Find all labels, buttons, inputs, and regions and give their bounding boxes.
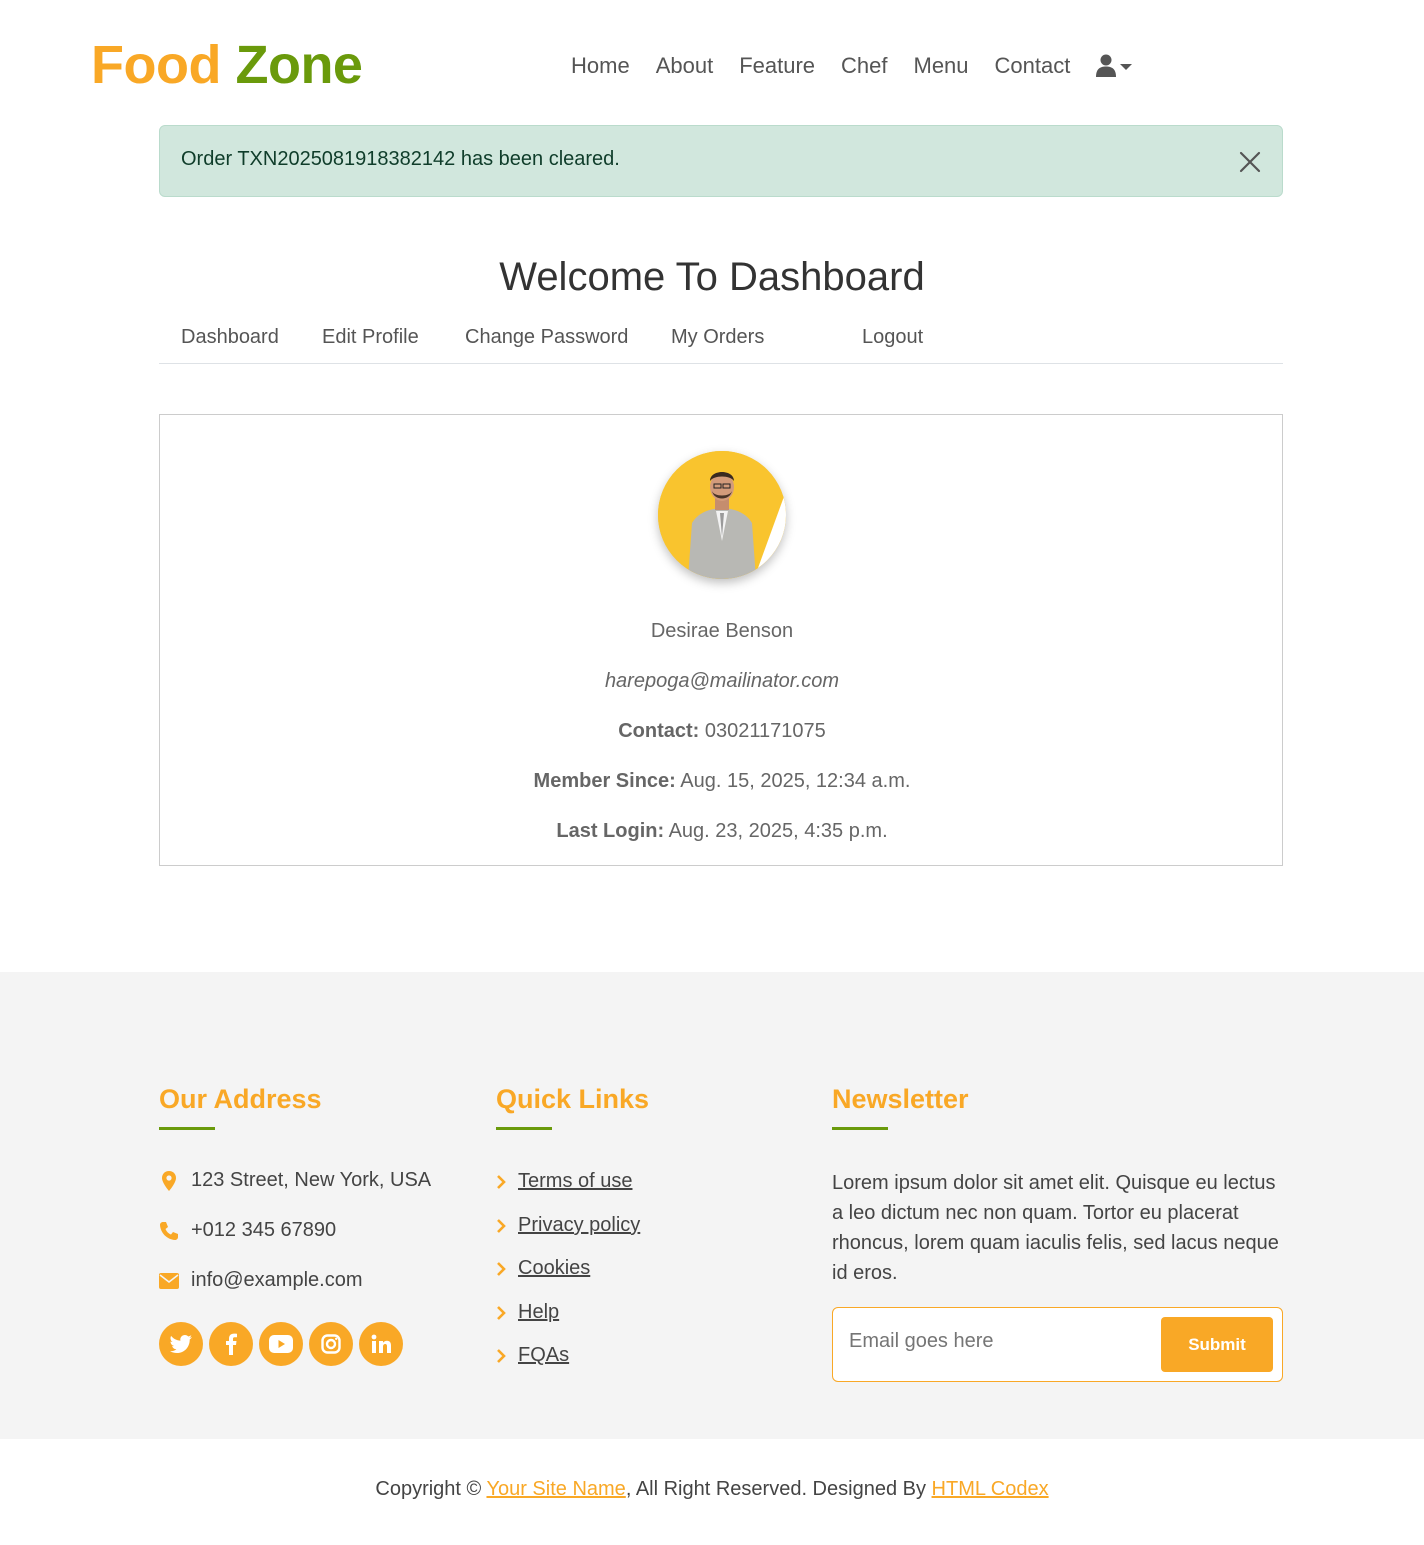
user-menu-toggle[interactable]: [1096, 54, 1133, 78]
chevron-right-icon: [497, 1218, 506, 1233]
nav-chef[interactable]: Chef: [841, 50, 887, 82]
newsletter-title-underline: [832, 1127, 888, 1130]
copyright: Copyright © Your Site Name, All Right Re…: [0, 1478, 1424, 1501]
copyright-prefix: Copyright ©: [375, 1478, 482, 1500]
social-links: [159, 1322, 409, 1366]
nav-feature[interactable]: Feature: [739, 50, 815, 82]
email-text: info@example.com: [191, 1269, 363, 1291]
address-title: Our Address: [159, 1084, 322, 1114]
chevron-right-icon: [497, 1261, 506, 1276]
profile-email: harepoga@mailinator.com: [604, 670, 840, 692]
member-since-value: Aug. 15, 2025, 12:34 a.m.: [680, 770, 911, 792]
newsletter-form: Submit: [832, 1307, 1283, 1382]
profile-member-since: Member Since: Aug. 15, 2025, 12:34 a.m.: [160, 770, 1284, 793]
alert-message: Order TXN2025081918382142 has been clear…: [181, 148, 620, 170]
nav-menu[interactable]: Menu: [914, 50, 969, 82]
footer: Our Address 123 Street, New York, USA +0…: [0, 972, 1424, 1439]
link-help[interactable]: Help: [496, 1301, 559, 1324]
chevron-right-icon: [497, 1348, 506, 1363]
profile-card: Desirae Benson harepoga@mailinator.com C…: [159, 414, 1283, 866]
phone-item: +012 345 67890: [159, 1219, 336, 1242]
dashboard-tabs: Dashboard Edit Profile Change Password M…: [159, 320, 1283, 364]
copyright-middle: , All Right Reserved. Designed By: [625, 1478, 926, 1500]
instagram-icon[interactable]: [309, 1322, 353, 1366]
link-label: Help: [518, 1301, 560, 1323]
brand-logo[interactable]: Food Zone: [91, 32, 363, 98]
page-title: Welcome To Dashboard: [499, 255, 925, 299]
link-label: Terms of use: [518, 1170, 633, 1192]
brand-word-2: Zone: [235, 35, 363, 95]
link-faqs[interactable]: FQAs: [496, 1344, 569, 1367]
envelope-icon: [159, 1271, 179, 1291]
last-login-value: Aug. 23, 2025, 4:35 p.m.: [668, 820, 888, 842]
link-privacy[interactable]: Privacy policy: [496, 1214, 640, 1237]
nav-home[interactable]: Home: [571, 50, 630, 82]
tab-logout[interactable]: Logout: [862, 326, 923, 349]
member-since-label: Member Since:: [533, 770, 676, 792]
address-item: 123 Street, New York, USA: [159, 1169, 431, 1192]
profile-last-login: Last Login: Aug. 23, 2025, 4:35 p.m.: [160, 820, 1284, 843]
profile-contact: Contact: 03021171075: [160, 720, 1284, 743]
linkedin-icon[interactable]: [359, 1322, 403, 1366]
avatar-image: [658, 451, 786, 579]
tab-dashboard[interactable]: Dashboard: [181, 326, 279, 349]
newsletter-text: Lorem ipsum dolor sit amet elit. Quisque…: [832, 1172, 1279, 1284]
main-nav: Home About Feature Chef Menu Contact: [571, 50, 1133, 82]
email-item: info@example.com: [159, 1269, 362, 1292]
profile-name: Desirae Benson: [650, 620, 794, 642]
user-icon: [1096, 54, 1117, 77]
chevron-right-icon: [497, 1174, 506, 1189]
tab-my-orders[interactable]: My Orders: [671, 326, 764, 349]
link-cookies[interactable]: Cookies: [496, 1257, 590, 1280]
phone-text: +012 345 67890: [191, 1219, 337, 1241]
phone-icon: [159, 1221, 179, 1241]
facebook-icon[interactable]: [209, 1322, 253, 1366]
nav-contact[interactable]: Contact: [995, 50, 1071, 82]
link-label: FQAs: [518, 1344, 570, 1366]
newsletter-email-input[interactable]: [849, 1330, 1139, 1353]
chevron-right-icon: [497, 1305, 506, 1320]
last-login-label: Last Login:: [556, 820, 665, 842]
address-title-underline: [159, 1127, 215, 1130]
map-marker-icon: [159, 1170, 179, 1191]
success-alert: Order TXN2025081918382142 has been clear…: [159, 125, 1283, 197]
links-title: Quick Links: [496, 1084, 650, 1114]
navbar: Food Zone Home About Feature Chef Menu C…: [0, 0, 1424, 125]
contact-value: 03021171075: [704, 720, 826, 742]
twitter-icon[interactable]: [159, 1322, 203, 1366]
brand-word-1: Food: [91, 35, 221, 95]
address-text: 123 Street, New York, USA: [191, 1169, 432, 1191]
link-label: Privacy policy: [518, 1214, 641, 1236]
tab-change-password[interactable]: Change Password: [465, 326, 628, 349]
links-title-underline: [496, 1127, 552, 1130]
chevron-down-icon: [1120, 64, 1133, 70]
designer-link[interactable]: HTML Codex: [932, 1478, 1049, 1500]
contact-label: Contact:: [618, 720, 700, 742]
tab-edit-profile[interactable]: Edit Profile: [322, 326, 419, 349]
nav-about[interactable]: About: [656, 50, 714, 82]
link-terms[interactable]: Terms of use: [496, 1170, 632, 1193]
site-name-link[interactable]: Your Site Name: [486, 1478, 625, 1500]
avatar: [658, 451, 786, 579]
close-icon[interactable]: [1236, 148, 1264, 176]
newsletter-title: Newsletter: [832, 1084, 969, 1114]
link-label: Cookies: [518, 1257, 591, 1279]
newsletter-submit-button[interactable]: Submit: [1161, 1317, 1273, 1372]
youtube-icon[interactable]: [259, 1322, 303, 1366]
